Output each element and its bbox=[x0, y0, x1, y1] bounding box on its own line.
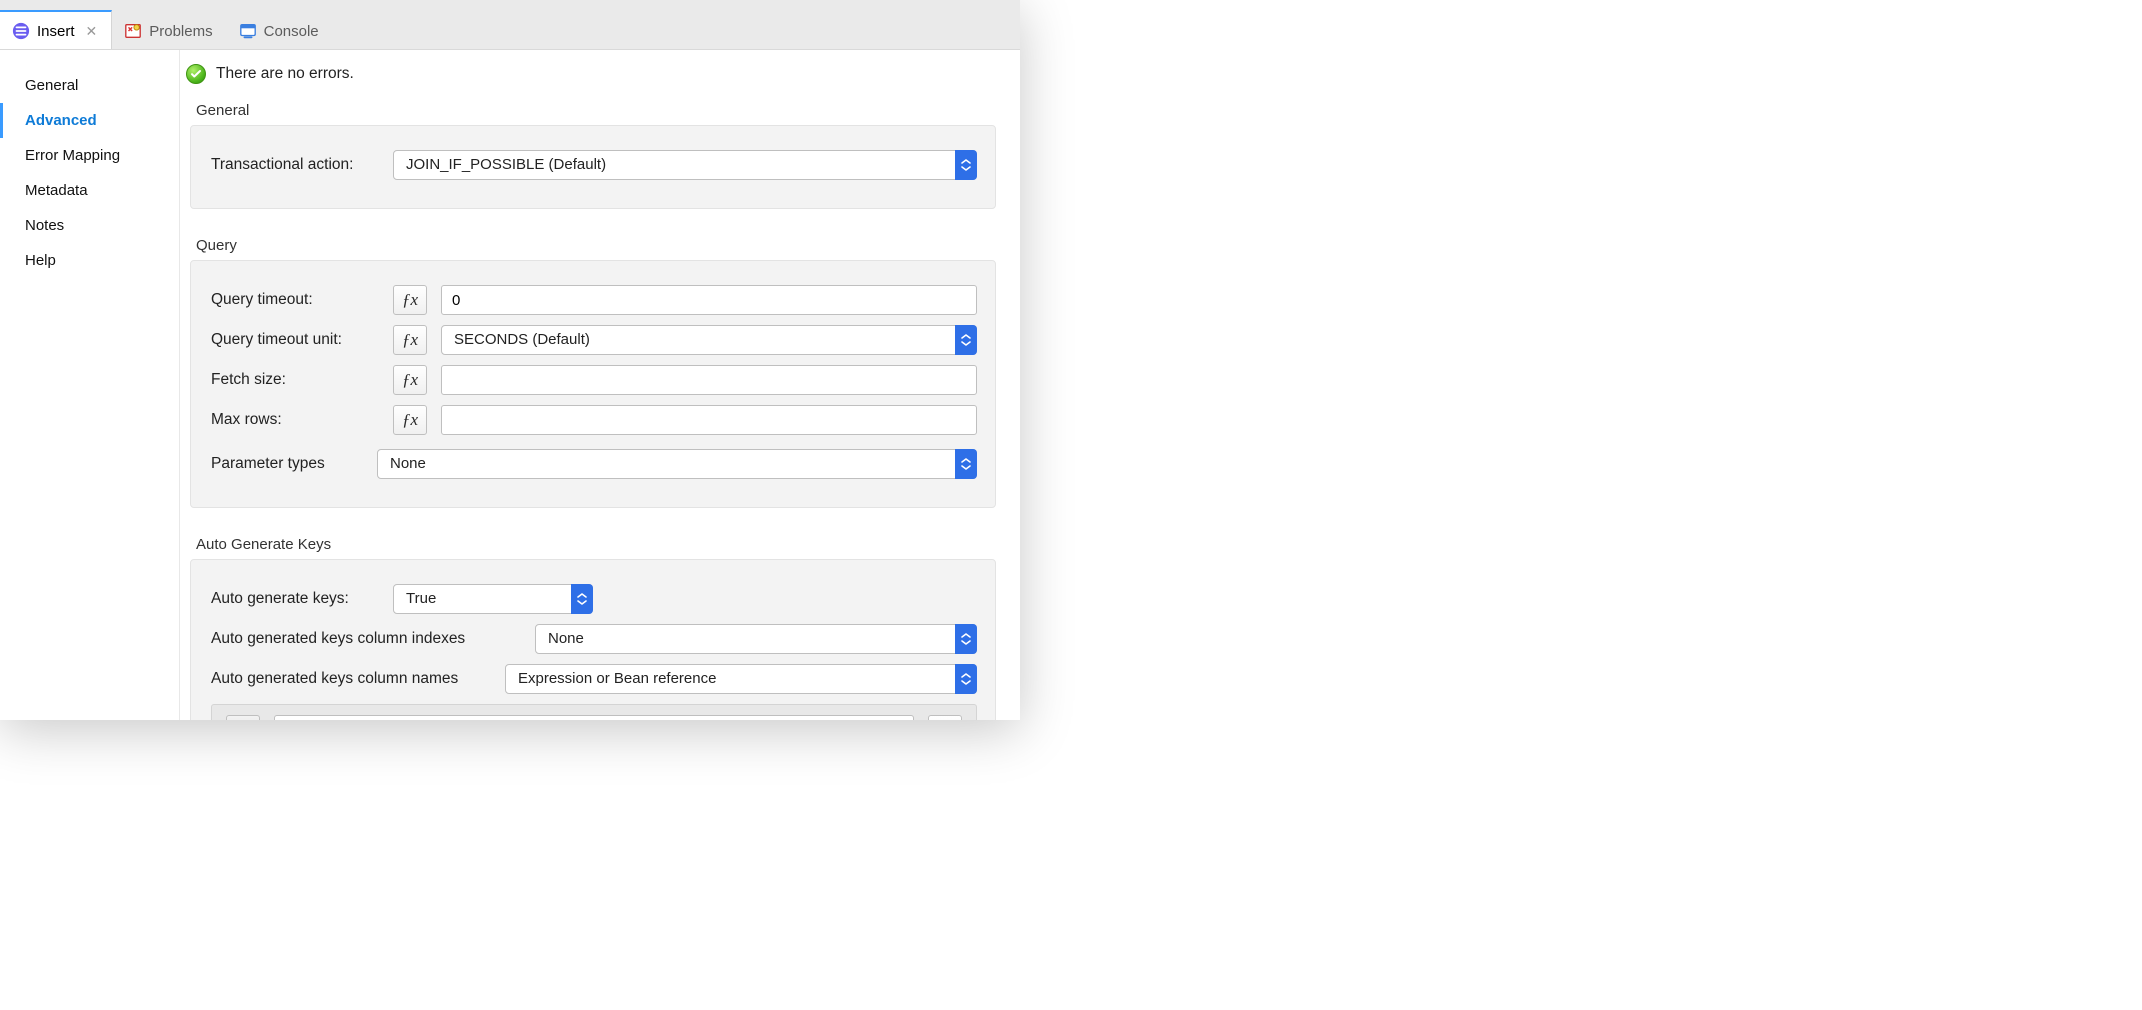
section-title-general: General bbox=[180, 92, 1006, 125]
parameter-types-select[interactable]: None bbox=[377, 449, 977, 479]
query-timeout-unit-value: SECONDS (Default) bbox=[441, 325, 977, 355]
max-rows-input[interactable] bbox=[441, 405, 977, 435]
expression-editor-row: ƒx #[ ['id'] ] bbox=[211, 704, 977, 720]
chevron-updown-icon bbox=[955, 325, 977, 355]
tab-console[interactable]: Console bbox=[227, 10, 333, 49]
sidebar-item-label: Advanced bbox=[25, 112, 97, 129]
sidebar: General Advanced Error Mapping Metadata … bbox=[0, 50, 180, 720]
row-auto-generate-keys: Auto generate keys: True bbox=[211, 584, 977, 614]
col-names-select[interactable]: Expression or Bean reference bbox=[505, 664, 977, 694]
sidebar-item-label: Help bbox=[25, 252, 56, 269]
col-indexes-value: None bbox=[535, 624, 977, 654]
query-timeout-unit-select[interactable]: SECONDS (Default) bbox=[441, 325, 977, 355]
col-indexes-select[interactable]: None bbox=[535, 624, 977, 654]
sidebar-item-label: Metadata bbox=[25, 182, 88, 199]
transactional-action-label: Transactional action: bbox=[211, 156, 379, 174]
tab-label: Console bbox=[264, 23, 319, 40]
tab-label: Problems bbox=[149, 23, 212, 40]
content-pane: There are no errors. General Transaction… bbox=[180, 50, 1020, 720]
section-title-query: Query bbox=[180, 227, 1006, 260]
sidebar-item-general[interactable]: General bbox=[0, 68, 179, 103]
max-rows-input-wrap bbox=[441, 405, 977, 435]
chevron-updown-icon bbox=[955, 624, 977, 654]
close-tab-icon[interactable]: ✕ bbox=[86, 23, 98, 40]
section-title-autokeys: Auto Generate Keys bbox=[180, 526, 1006, 559]
sidebar-item-label: Notes bbox=[25, 217, 64, 234]
main-area: General Advanced Error Mapping Metadata … bbox=[0, 50, 1020, 720]
chevron-updown-icon bbox=[955, 664, 977, 694]
query-timeout-unit-label: Query timeout unit: bbox=[211, 331, 379, 349]
fetch-size-input[interactable] bbox=[441, 365, 977, 395]
expression-input[interactable]: #[ ['id'] ] bbox=[274, 715, 914, 720]
query-timeout-input-wrap bbox=[441, 285, 977, 315]
auto-generate-keys-value: True bbox=[393, 584, 593, 614]
query-timeout-label: Query timeout: bbox=[211, 291, 379, 309]
chevron-updown-icon bbox=[571, 584, 593, 614]
mapping-button[interactable] bbox=[928, 715, 962, 720]
auto-generate-keys-label: Auto generate keys: bbox=[211, 590, 379, 608]
tab-problems[interactable]: Problems bbox=[112, 10, 226, 49]
row-transactional-action: Transactional action: JOIN_IF_POSSIBLE (… bbox=[211, 150, 977, 180]
chevron-updown-icon bbox=[955, 449, 977, 479]
tab-label: Insert bbox=[37, 23, 75, 40]
ok-icon bbox=[186, 64, 206, 84]
section-autokeys: Auto generate keys: True Auto generated … bbox=[190, 559, 996, 720]
tabbar: Insert ✕ Problems Console bbox=[0, 0, 1020, 50]
sidebar-item-metadata[interactable]: Metadata bbox=[0, 173, 179, 208]
status-row: There are no errors. bbox=[180, 50, 1006, 92]
row-parameter-types: Parameter types None bbox=[211, 449, 977, 479]
section-query: Query timeout: ƒx Query timeout unit: ƒx… bbox=[190, 260, 996, 508]
fx-button[interactable]: ƒx bbox=[393, 325, 427, 355]
row-max-rows: Max rows: ƒx bbox=[211, 405, 977, 435]
row-col-indexes: Auto generated keys column indexes None bbox=[211, 624, 977, 654]
tab-insert[interactable]: Insert ✕ bbox=[0, 10, 112, 49]
query-timeout-input[interactable] bbox=[441, 285, 977, 315]
sidebar-item-label: General bbox=[25, 77, 78, 94]
fx-button[interactable]: ƒx bbox=[226, 715, 260, 720]
parameter-types-label: Parameter types bbox=[211, 455, 363, 473]
fx-button[interactable]: ƒx bbox=[393, 405, 427, 435]
col-names-label: Auto generated keys column names bbox=[211, 670, 491, 688]
section-general: Transactional action: JOIN_IF_POSSIBLE (… bbox=[190, 125, 996, 209]
console-icon bbox=[239, 22, 257, 40]
fetch-size-label: Fetch size: bbox=[211, 371, 379, 389]
insert-icon bbox=[12, 22, 30, 40]
row-fetch-size: Fetch size: ƒx bbox=[211, 365, 977, 395]
status-message: There are no errors. bbox=[216, 65, 354, 83]
sidebar-item-advanced[interactable]: Advanced bbox=[0, 103, 179, 138]
editor-window: Insert ✕ Problems Console General Advanc… bbox=[0, 0, 1020, 720]
sidebar-item-notes[interactable]: Notes bbox=[0, 208, 179, 243]
fetch-size-input-wrap bbox=[441, 365, 977, 395]
fx-button[interactable]: ƒx bbox=[393, 365, 427, 395]
auto-generate-keys-select[interactable]: True bbox=[393, 584, 593, 614]
col-names-value: Expression or Bean reference bbox=[505, 664, 977, 694]
row-query-timeout-unit: Query timeout unit: ƒx SECONDS (Default) bbox=[211, 325, 977, 355]
parameter-types-value: None bbox=[377, 449, 977, 479]
sidebar-item-label: Error Mapping bbox=[25, 147, 120, 164]
sidebar-item-help[interactable]: Help bbox=[0, 243, 179, 278]
problems-icon bbox=[124, 22, 142, 40]
row-query-timeout: Query timeout: ƒx bbox=[211, 285, 977, 315]
transactional-action-value: JOIN_IF_POSSIBLE (Default) bbox=[393, 150, 977, 180]
max-rows-label: Max rows: bbox=[211, 411, 379, 429]
row-col-names: Auto generated keys column names Express… bbox=[211, 664, 977, 694]
sidebar-item-error-mapping[interactable]: Error Mapping bbox=[0, 138, 179, 173]
chevron-updown-icon bbox=[955, 150, 977, 180]
col-indexes-label: Auto generated keys column indexes bbox=[211, 630, 521, 648]
fx-button[interactable]: ƒx bbox=[393, 285, 427, 315]
transactional-action-select[interactable]: JOIN_IF_POSSIBLE (Default) bbox=[393, 150, 977, 180]
